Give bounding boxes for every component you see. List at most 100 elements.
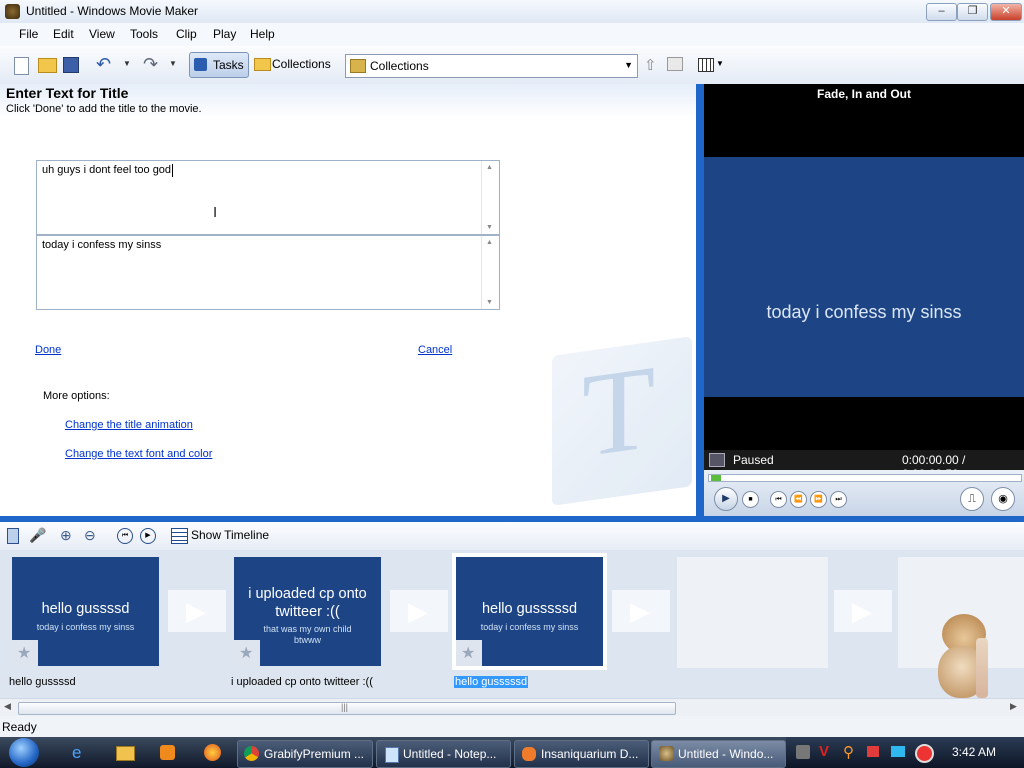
menu-clip[interactable]: Clip — [176, 27, 197, 41]
seek-bar[interactable] — [708, 474, 1022, 482]
scroll-thumb[interactable]: ||| — [18, 702, 676, 715]
cancel-link[interactable]: Cancel — [418, 344, 452, 356]
scrollbar[interactable]: ▲ ▼ — [481, 161, 499, 234]
done-link[interactable]: Done — [35, 344, 61, 356]
collections-label: Collections — [272, 57, 331, 71]
redo-dropdown-icon[interactable]: ▼ — [169, 59, 177, 68]
tasks-label: Tasks — [213, 58, 244, 72]
task-subheading: Click 'Done' to add the title to the mov… — [6, 103, 202, 115]
forward-button[interactable]: ⏩ — [810, 491, 827, 508]
clock[interactable]: 3:42 AM — [952, 745, 996, 759]
scroll-left-icon[interactable]: ◀ — [4, 701, 11, 712]
redo-icon[interactable]: ↷ — [143, 54, 158, 75]
play-button[interactable]: ▶ — [714, 487, 738, 511]
close-button[interactable]: ✕ — [990, 3, 1022, 21]
scroll-down-icon[interactable]: ▼ — [486, 299, 493, 306]
storyboard-scrollbar[interactable]: ◀ ||| ▶ — [0, 698, 1024, 717]
folder-icon — [254, 58, 271, 71]
empty-clip-slot[interactable] — [677, 557, 828, 668]
up-one-level-icon[interactable]: ⇧ — [644, 56, 657, 74]
title-text-top: uh guys i dont feel too god — [42, 164, 172, 176]
preview-text: today i confess my sinss — [766, 302, 962, 322]
tray-app-icon[interactable] — [796, 745, 810, 759]
scroll-down-icon[interactable]: ▼ — [486, 224, 493, 231]
stop-button[interactable]: ■ — [742, 491, 759, 508]
menu-tools[interactable]: Tools — [130, 27, 158, 41]
transition-slot[interactable]: ▶ — [612, 590, 670, 632]
tray-network-icon[interactable] — [891, 746, 905, 757]
scroll-up-icon[interactable]: ▲ — [486, 239, 493, 246]
tasks-button[interactable]: Tasks — [189, 52, 249, 78]
play-storyboard-icon[interactable]: ▶ — [140, 528, 156, 544]
scroll-right-icon[interactable]: ▶ — [1010, 701, 1017, 712]
menu-play[interactable]: Play — [213, 27, 236, 41]
menu-file[interactable]: File — [19, 27, 38, 41]
tray-antivirus-icon[interactable]: V — [819, 743, 829, 760]
menu-edit[interactable]: Edit — [53, 27, 74, 41]
menu-view[interactable]: View — [89, 27, 115, 41]
taskbar-item-label: Untitled - Windo... — [678, 747, 774, 761]
taskbar-item-label: Untitled - Notep... — [403, 747, 497, 761]
chrome-icon — [244, 746, 259, 761]
split-clip-button[interactable]: ⎍ — [960, 487, 984, 511]
desktop-hamster-pet[interactable] — [936, 610, 996, 706]
save-project-icon[interactable] — [63, 57, 79, 73]
title-text-field-bottom[interactable]: today i confess my sinss ▲ ▼ — [36, 235, 500, 310]
title-text-field-top[interactable]: uh guys i dont feel too god ▲ ▼ — [36, 160, 500, 235]
minimize-button[interactable]: – — [926, 3, 957, 21]
collections-dropdown[interactable]: Collections ▼ — [345, 54, 638, 78]
taskbar-item-insaniquarium[interactable]: Insaniquarium D... — [514, 740, 649, 768]
new-folder-icon[interactable] — [667, 57, 683, 71]
storyboard-clip[interactable]: hello gusssssd today i confess my sinss … — [456, 557, 603, 666]
media-player-icon[interactable] — [160, 745, 175, 760]
rewind-storyboard-icon[interactable]: ⏮ — [117, 528, 133, 544]
open-project-icon[interactable] — [38, 58, 57, 73]
seek-thumb[interactable] — [711, 475, 721, 481]
menu-help[interactable]: Help — [250, 27, 275, 41]
set-audio-levels-icon[interactable] — [7, 528, 19, 544]
explorer-folder-icon[interactable] — [116, 746, 135, 761]
storyboard-toolbar: 🎤 ⊕ ⊖ ⏮ ▶ Show Timeline — [0, 522, 1024, 551]
views-dropdown-icon[interactable]: ▼ — [716, 59, 724, 68]
storyboard-clip[interactable]: hello gussssd today i confess my sinss ★ — [12, 557, 159, 666]
show-timeline-button[interactable]: Show Timeline — [191, 528, 269, 542]
tray-volume-icon[interactable] — [915, 744, 934, 763]
preview-screen: today i confess my sinss — [704, 157, 1024, 397]
firefox-quicklaunch-icon[interactable] — [204, 744, 221, 761]
scrollbar[interactable]: ▲ ▼ — [481, 236, 499, 309]
scroll-up-icon[interactable]: ▲ — [486, 164, 493, 171]
storyboard-clip[interactable]: i uploaded cp onto twitteer :(( that was… — [234, 557, 381, 666]
start-orb-icon[interactable] — [9, 738, 39, 767]
views-icon[interactable] — [698, 58, 714, 72]
zoom-in-icon[interactable]: ⊕ — [60, 527, 72, 544]
transition-slot[interactable]: ▶ — [834, 590, 892, 632]
tray-flag-icon[interactable] — [867, 746, 879, 757]
transition-slot[interactable]: ▶ — [168, 590, 226, 632]
change-font-link[interactable]: Change the text font and color — [65, 448, 212, 460]
star-icon: ★ — [456, 640, 482, 666]
hamster-figure — [976, 638, 988, 698]
previous-frame-button[interactable]: ⏮ — [770, 491, 787, 508]
taskbar-item-notepad[interactable]: Untitled - Notep... — [376, 740, 511, 768]
rewind-button[interactable]: ⏪ — [790, 491, 807, 508]
menu-bar: File Edit View Tools Clip Play Help — [0, 23, 1024, 46]
narrate-icon[interactable]: 🎤 — [29, 527, 46, 544]
transition-slot[interactable]: ▶ — [390, 590, 448, 632]
undo-icon[interactable]: ↶ — [96, 54, 111, 75]
internet-explorer-icon[interactable]: e — [72, 743, 81, 763]
undo-dropdown-icon[interactable]: ▼ — [123, 59, 131, 68]
zoom-out-icon[interactable]: ⊖ — [84, 527, 96, 544]
app-icon — [5, 4, 20, 19]
more-options-label: More options: — [43, 390, 110, 402]
taskbar-item-movie-maker[interactable]: Untitled - Windo... — [651, 740, 786, 768]
collections-button[interactable]: Collections — [251, 52, 336, 76]
pane-divider[interactable] — [696, 84, 704, 516]
maximize-button[interactable]: ❐ — [957, 3, 988, 21]
movie-maker-icon — [659, 746, 674, 761]
taskbar-item-grabify[interactable]: GrabifyPremium ... — [237, 740, 373, 768]
change-animation-link[interactable]: Change the title animation — [65, 419, 193, 431]
take-picture-button[interactable]: ◉ — [991, 487, 1015, 511]
next-frame-button[interactable]: ⏭ — [830, 491, 847, 508]
tray-search-icon[interactable]: ⚲ — [843, 743, 854, 761]
new-project-icon[interactable] — [14, 57, 29, 75]
